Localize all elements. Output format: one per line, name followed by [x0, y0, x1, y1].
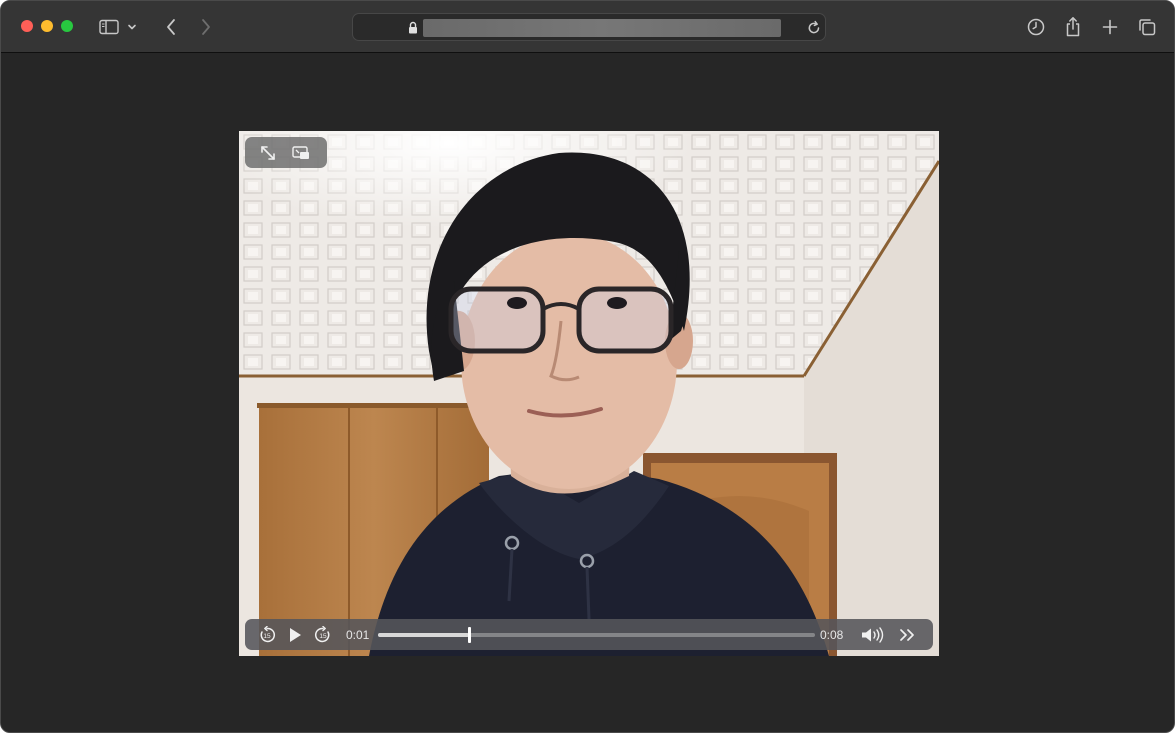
new-tab-icon[interactable]	[1098, 15, 1122, 39]
bottom-controls: 15 15 0:01 0:08	[245, 619, 933, 650]
skip-forward-label: 15	[319, 633, 327, 640]
duration: 0:08	[820, 628, 844, 642]
share-icon[interactable]	[1061, 15, 1085, 39]
tab-overview-icon[interactable]	[1135, 15, 1159, 39]
play-icon[interactable]	[285, 625, 305, 645]
scrubber-handle[interactable]	[467, 627, 471, 643]
url-text[interactable]	[423, 19, 781, 37]
chevron-down-icon[interactable]	[125, 15, 139, 39]
lock-icon	[408, 21, 418, 39]
top-controls	[245, 137, 327, 168]
back-icon[interactable]	[159, 15, 183, 39]
volume-icon[interactable]	[860, 625, 886, 645]
close-window-button[interactable]	[21, 20, 33, 32]
more-icon[interactable]	[898, 625, 918, 645]
minimize-window-button[interactable]	[41, 20, 53, 32]
scrubber-progress	[378, 633, 469, 637]
browser-window: 15 15 0:01 0:08	[0, 0, 1175, 733]
address-bar[interactable]	[352, 13, 826, 41]
skip-back-label: 15	[263, 633, 271, 640]
toolbar	[1, 1, 1174, 53]
fullscreen-icon[interactable]	[258, 143, 278, 163]
current-time: 0:01	[346, 628, 370, 642]
history-icon[interactable]	[1024, 15, 1048, 39]
sidebar-icon[interactable]	[97, 15, 121, 39]
video-player[interactable]: 15 15 0:01 0:08	[239, 131, 939, 656]
picture-in-picture-icon[interactable]	[291, 143, 311, 163]
forward-icon[interactable]	[194, 15, 218, 39]
zoom-window-button[interactable]	[61, 20, 73, 32]
video-frame	[239, 131, 939, 656]
skip-back-15-icon[interactable]: 15	[257, 625, 277, 645]
scrubber[interactable]	[378, 627, 815, 643]
skip-forward-15-icon[interactable]: 15	[313, 625, 333, 645]
reload-icon[interactable]	[807, 20, 821, 40]
